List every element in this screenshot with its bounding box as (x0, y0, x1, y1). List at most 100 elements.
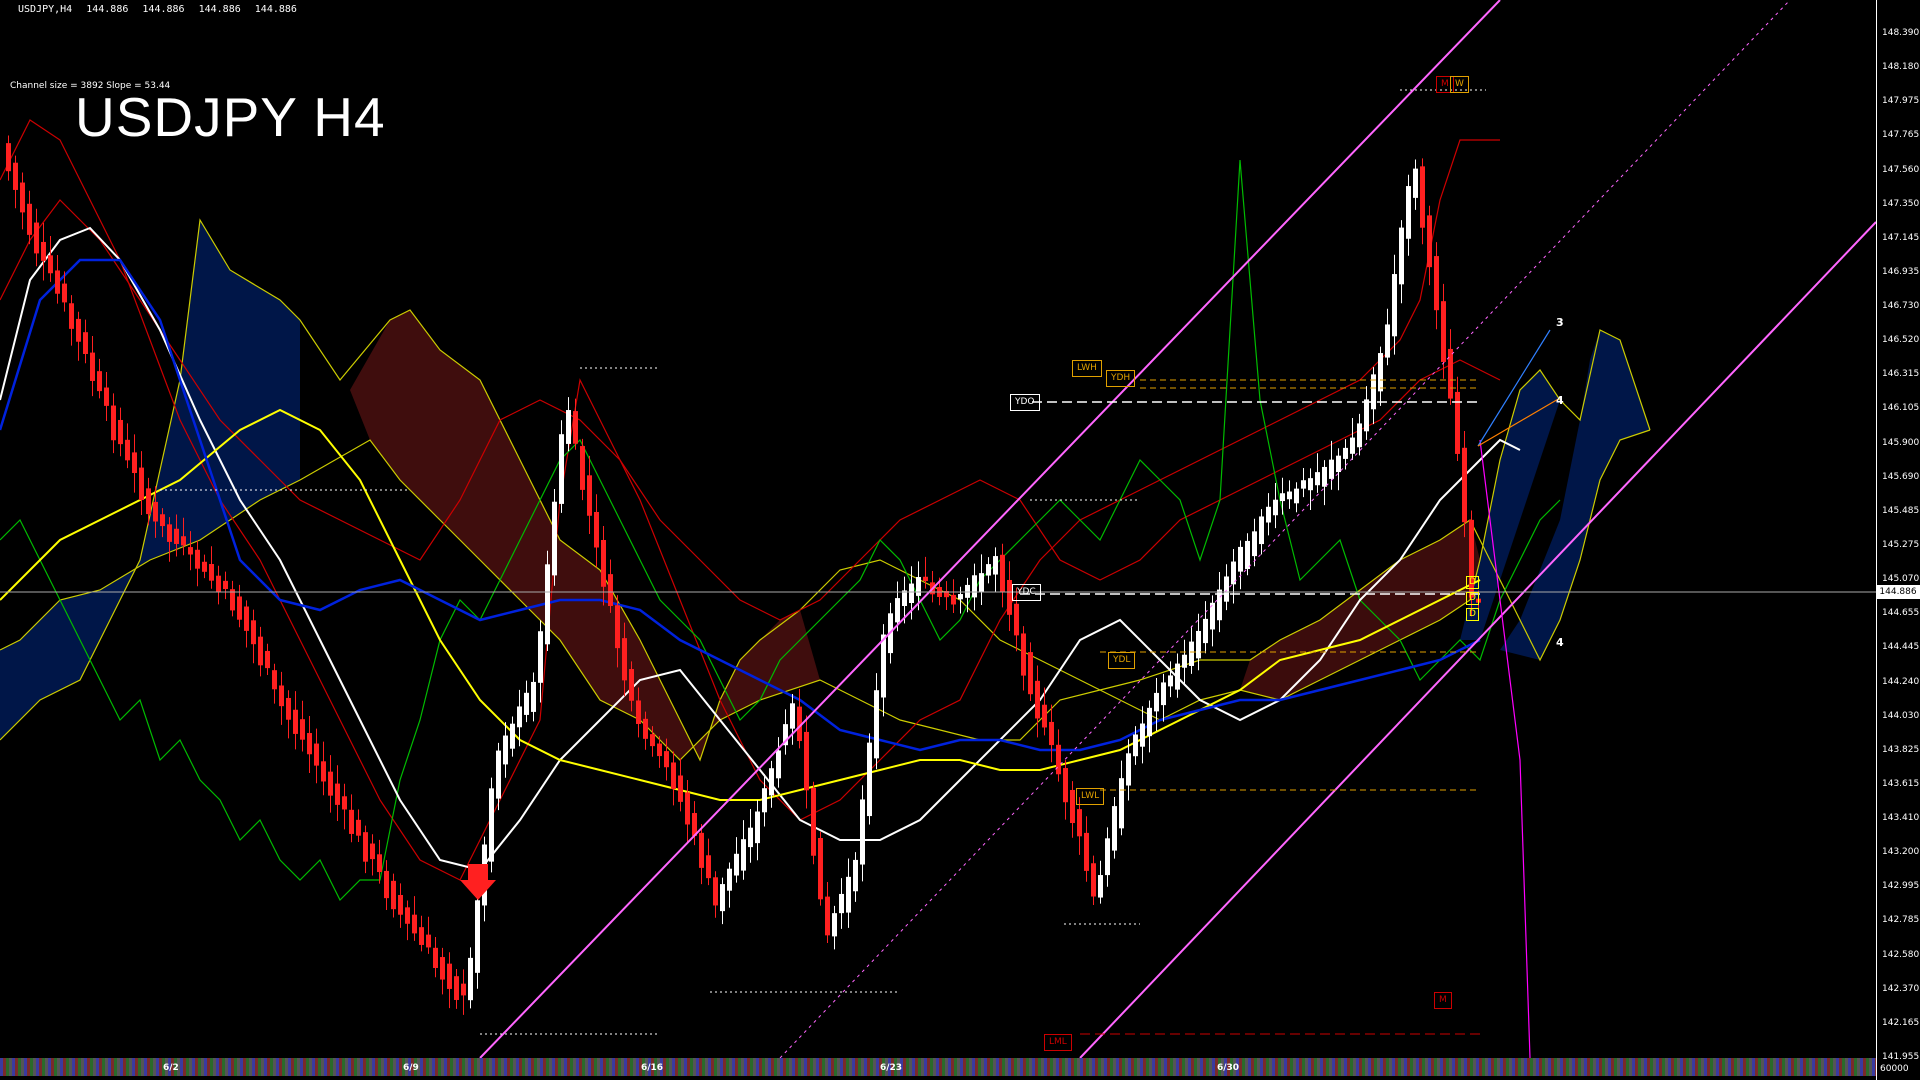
price-tick-label: 142.995 (1882, 881, 1920, 892)
price-tick-label: 145.070 (1882, 574, 1920, 585)
price-tick-label: 145.485 (1882, 505, 1920, 516)
candle-body (524, 692, 529, 715)
candle-body (643, 718, 648, 739)
candle-body (237, 596, 242, 620)
candle-body (860, 799, 865, 865)
current-price-marker: 144.886 (1876, 585, 1920, 599)
candle-body (160, 514, 165, 527)
high-value: 144.886 (142, 4, 185, 15)
candle-body (391, 880, 396, 910)
candle-body (468, 957, 473, 1001)
candle-body (587, 475, 592, 516)
candle-body (1175, 663, 1180, 690)
candle-body (1315, 472, 1320, 486)
candle-body (559, 434, 564, 504)
candle-body (993, 556, 998, 575)
candle-body (608, 574, 613, 606)
candle-body (1056, 744, 1061, 775)
candle-body (272, 670, 277, 690)
candle-body (20, 182, 25, 213)
candle-body (440, 957, 445, 980)
candle-body (1399, 227, 1404, 285)
candle-body (902, 590, 907, 606)
price-chart[interactable] (0, 0, 1876, 1058)
candle-body (1434, 256, 1439, 311)
candle-body (475, 900, 480, 973)
price-tick-label: 146.935 (1882, 266, 1920, 277)
candle-body (818, 838, 823, 900)
candle-body (951, 594, 956, 605)
candle-body (1357, 423, 1362, 448)
ydh-label: YDH (1106, 370, 1136, 387)
candle-body (188, 547, 193, 555)
candle-body (1042, 704, 1047, 728)
price-tick-label: 141.955 (1882, 1052, 1920, 1062)
candle-body (685, 792, 690, 825)
candle-body (1049, 721, 1054, 746)
candle-body (167, 524, 172, 542)
d-label-2: D (1466, 592, 1479, 605)
candle-body (111, 405, 116, 441)
green-oscillator (0, 159, 1561, 902)
candle-body (1091, 863, 1096, 897)
candle-body (699, 832, 704, 868)
candle-body (1287, 491, 1292, 500)
price-tick-label: 142.785 (1882, 915, 1920, 926)
candle-body (181, 536, 186, 546)
candle-body (461, 983, 466, 996)
candle-body (517, 706, 522, 728)
candle-body (538, 631, 543, 683)
candle-body (615, 605, 620, 649)
price-tick-label: 143.200 (1882, 847, 1920, 858)
candle-body (286, 697, 291, 720)
candle-body (720, 884, 725, 912)
wave-label-4a: 4 (1556, 394, 1564, 407)
candle-body (1308, 478, 1313, 491)
candle-body (1203, 618, 1208, 644)
candle-body (6, 143, 11, 172)
candle-body (1161, 682, 1166, 706)
price-tick-label: 147.765 (1882, 130, 1920, 141)
candle-body (62, 283, 67, 303)
candle-body (573, 411, 578, 444)
candle-body (839, 893, 844, 914)
candle-body (510, 723, 515, 749)
candle-body (356, 819, 361, 836)
ydo-label: YDO (1010, 394, 1040, 411)
candle-body (41, 241, 46, 261)
candle-body (923, 576, 928, 582)
candle-body (629, 669, 634, 701)
time-label-3: 6/16 (641, 1063, 664, 1073)
candle-body (531, 681, 536, 712)
candle-body (1196, 630, 1201, 659)
price-tick-label: 146.315 (1882, 369, 1920, 380)
candle-body (853, 859, 858, 892)
d-label-3: D (1466, 608, 1479, 621)
candle-body (1252, 531, 1257, 557)
candle-body (13, 162, 18, 190)
ydl-label: YDL (1108, 652, 1136, 669)
candle-body (1147, 707, 1152, 737)
candle-body (1350, 437, 1355, 454)
candle-body (734, 853, 739, 876)
candle-body (972, 575, 977, 598)
time-label-4: 6/23 (880, 1063, 903, 1073)
time-axis[interactable] (0, 1058, 1876, 1076)
candle-body (741, 839, 746, 871)
candle-body (279, 685, 284, 707)
candle-body (755, 811, 760, 844)
candle-body (1063, 768, 1068, 803)
chart-window[interactable]: USDJPY,H4 144.886 144.886 144.886 144.88… (0, 0, 1920, 1080)
price-tick-label: 148.180 (1882, 62, 1920, 73)
price-tick-label: 144.030 (1882, 710, 1920, 721)
candle-body (909, 583, 914, 604)
candle-body (293, 709, 298, 734)
lwh-label: LWH (1072, 360, 1102, 377)
bottom-axis-value: 60000 (1880, 1064, 1909, 1074)
time-label-1: 6/2 (163, 1063, 179, 1073)
candle-body (209, 564, 214, 581)
candle-body (958, 594, 963, 600)
candle-body (1336, 455, 1341, 473)
candle-body (657, 743, 662, 757)
candle-body (503, 735, 508, 765)
